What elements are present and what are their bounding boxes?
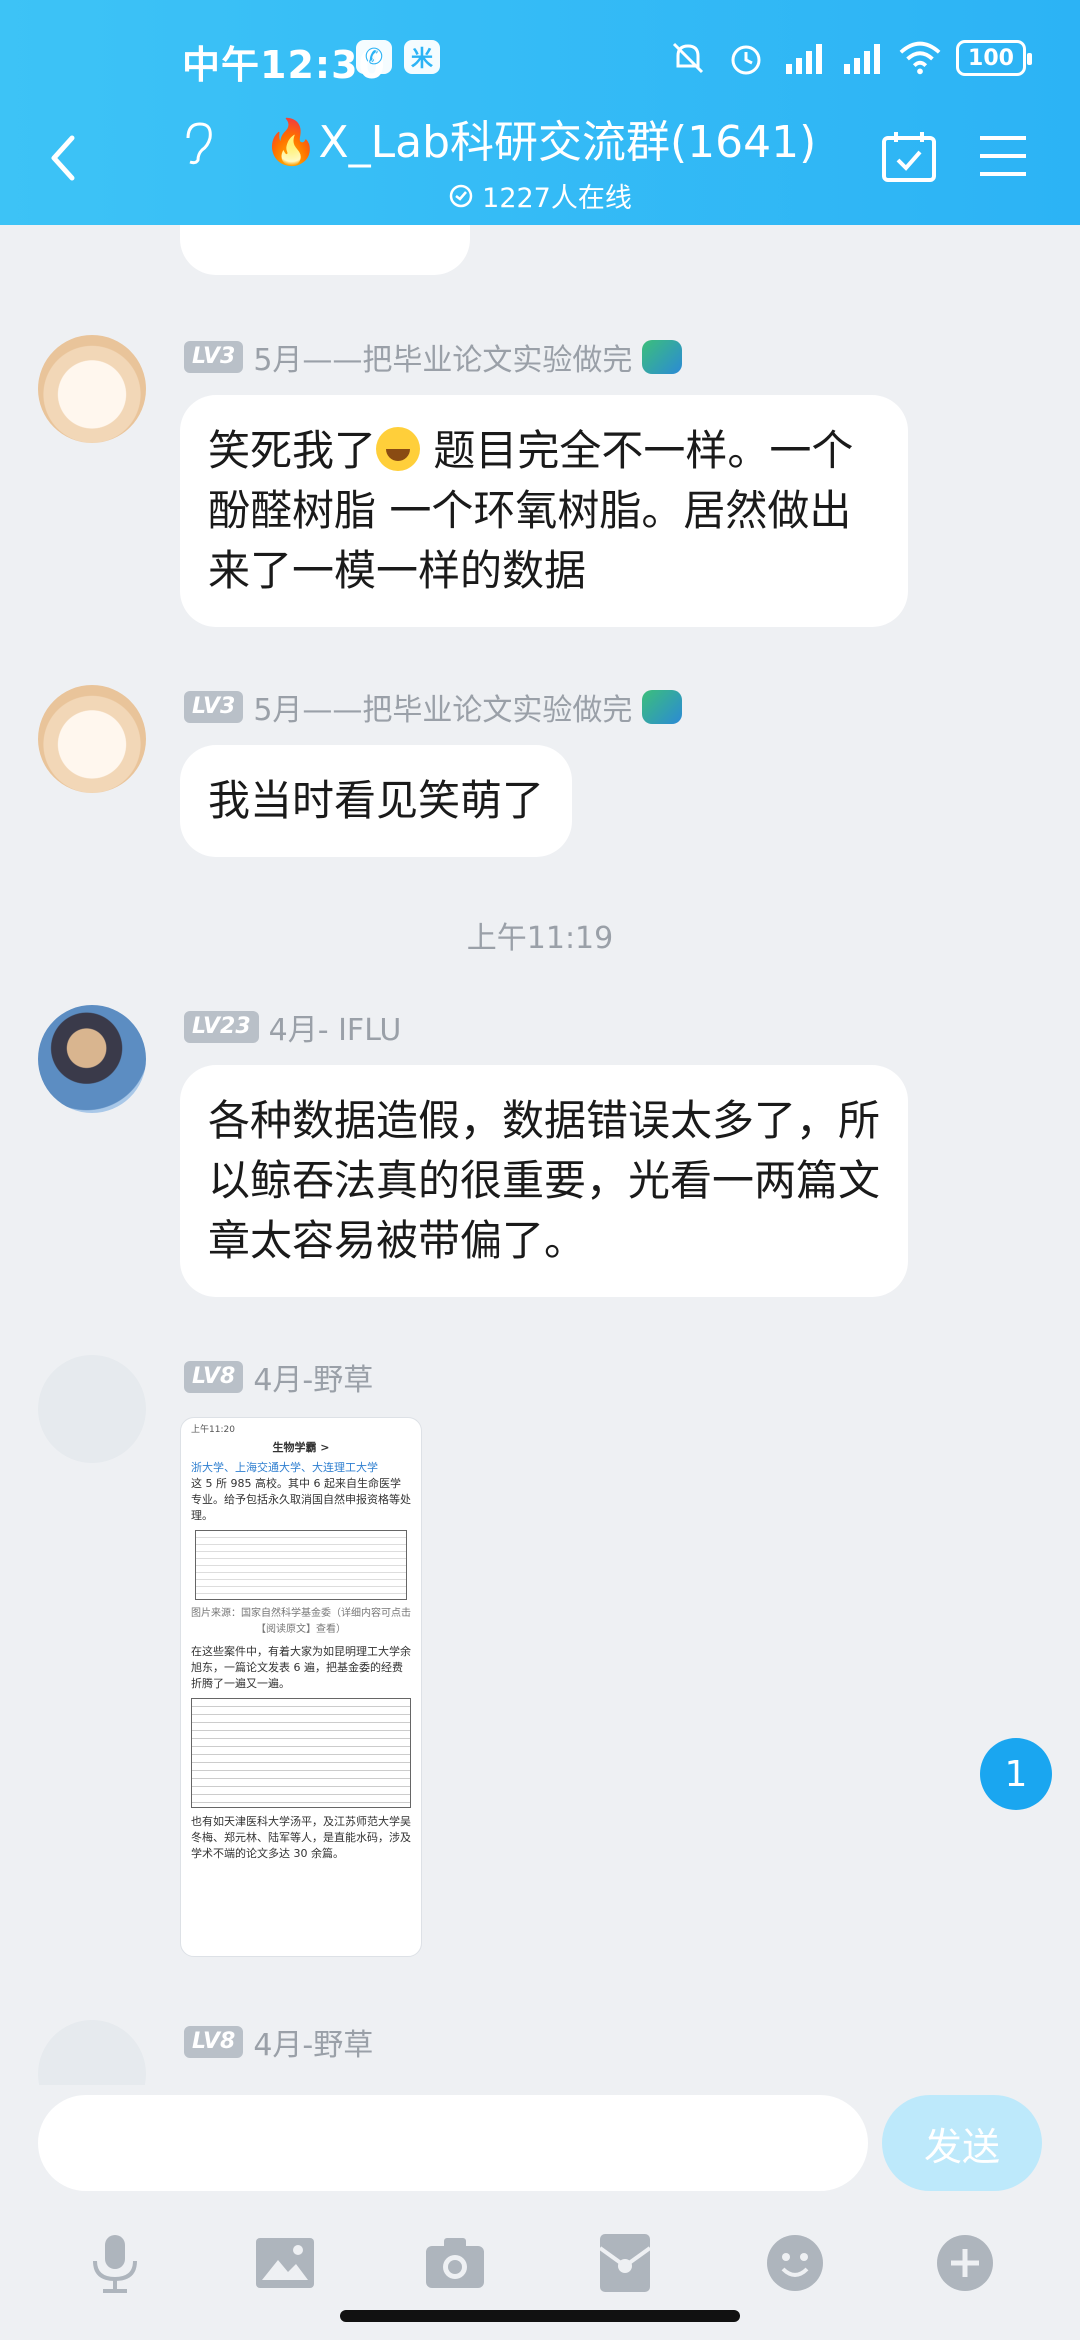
image-status: 上午11:20 <box>191 1425 235 1435</box>
message-bubble[interactable]: 我当时看见笑萌了 <box>180 745 573 857</box>
message-bubble-partial[interactable] <box>180 225 470 275</box>
message-bubble[interactable]: 各种数据造假，数据错误太多了，所以鲸吞法真的很重要，光看一两篇文章太容易被带偏了… <box>180 1065 908 1297</box>
image-table-1 <box>195 1530 407 1600</box>
message-text: 笑死我了 <box>208 426 377 475</box>
online-count: 1227人在线 <box>482 183 632 214</box>
sender-name[interactable]: 5月——把毕业论文实验做完 <box>253 335 632 379</box>
home-indicator[interactable] <box>340 2310 740 2322</box>
status-bar: 中午12:30 ✆ 米 100 <box>0 0 1080 120</box>
plus-icon[interactable] <box>930 2228 1000 2298</box>
input-toolbar <box>0 2213 1080 2313</box>
wifi-icon <box>898 36 942 80</box>
battery-indicator: 100 <box>956 40 1032 76</box>
mute-icon <box>666 36 710 80</box>
avatar[interactable] <box>38 335 146 443</box>
online-check-icon <box>449 184 473 207</box>
chat-message-list[interactable]: LV3 5月——把毕业论文实验做完 笑死我了 题目完全不一样。一个酚醛树脂 一个… <box>0 225 1080 2085</box>
camera-icon[interactable] <box>420 2228 490 2298</box>
back-button[interactable] <box>40 128 90 188</box>
menu-button[interactable] <box>978 134 1028 178</box>
image-caption: 图片来源：国家自然科学基金委（详细内容可点击【阅读原文】查看） <box>191 1608 411 1635</box>
avatar[interactable] <box>38 2020 146 2085</box>
chat-header: 中午12:30 ✆ 米 100 🔥X_Lab科研交流群(1641) 1227人在… <box>0 0 1080 225</box>
level-badge: LV8 <box>184 1361 244 1393</box>
level-badge: LV3 <box>184 341 244 373</box>
input-area: 发送 <box>0 2085 1080 2340</box>
sender-name[interactable]: 4月-野草 <box>253 2020 373 2064</box>
image-message[interactable]: 上午11:20 生物学霸 > 浙大学、上海交通大学、大连理工大学 这 5 所 9… <box>180 1417 422 1957</box>
time-separator: 上午11:19 <box>466 921 614 956</box>
dragon-badge-icon <box>642 690 683 724</box>
level-badge: LV3 <box>184 691 244 723</box>
image-title: 生物学霸 > <box>272 1441 330 1454</box>
wechat-notification-icon: ✆ <box>356 40 392 74</box>
image-icon[interactable] <box>250 2228 320 2298</box>
red-packet-icon[interactable] <box>590 2228 660 2298</box>
image-line-2: 这 5 所 985 高校。其中 6 起来自生命医学专业。给予包括永久取消国自然申… <box>191 1477 411 1522</box>
image-line-1: 浙大学、上海交通大学、大连理工大学 <box>191 1461 378 1474</box>
sender-name[interactable]: 4月- IFLU <box>269 1005 402 1049</box>
emoji-icon[interactable] <box>760 2228 830 2298</box>
avatar[interactable] <box>38 1355 146 1463</box>
mic-icon[interactable] <box>80 2228 150 2298</box>
message-input[interactable] <box>38 2095 868 2191</box>
mi-notification-icon: 米 <box>404 40 440 74</box>
calendar-check-button[interactable] <box>880 128 938 184</box>
alarm-icon <box>724 36 768 80</box>
avatar[interactable] <box>38 1005 146 1113</box>
avatar[interactable] <box>38 685 146 793</box>
image-table-2 <box>191 1698 411 1808</box>
level-badge: LV23 <box>184 1011 259 1043</box>
image-line-3: 在这些案件中，有着大家为如昆明理工大学余旭东，一篇论文发表 6 遍，把基金委的经… <box>191 1645 411 1690</box>
unread-count-badge[interactable]: 1 <box>980 1738 1052 1810</box>
message-bubble[interactable]: 笑死我了 题目完全不一样。一个酚醛树脂 一个环氧树脂。居然做出来了一模一样的数据 <box>180 395 908 627</box>
sender-name[interactable]: 5月——把毕业论文实验做完 <box>253 685 632 729</box>
send-button[interactable]: 发送 <box>882 2095 1042 2191</box>
laughing-emoji-icon <box>376 427 421 471</box>
level-badge: LV8 <box>184 2026 244 2058</box>
group-title[interactable]: 🔥X_Lab科研交流群(1641) <box>180 106 900 170</box>
signal-icon-1 <box>782 36 826 80</box>
signal-icon-2 <box>840 36 884 80</box>
sender-name[interactable]: 4月-野草 <box>253 1355 373 1399</box>
dragon-badge-icon <box>642 340 683 374</box>
image-line-4: 也有如天津医科大学汤平，及江苏师范大学吴冬梅、郑元林、陆军等人，是直能水码，涉及… <box>191 1815 411 1860</box>
